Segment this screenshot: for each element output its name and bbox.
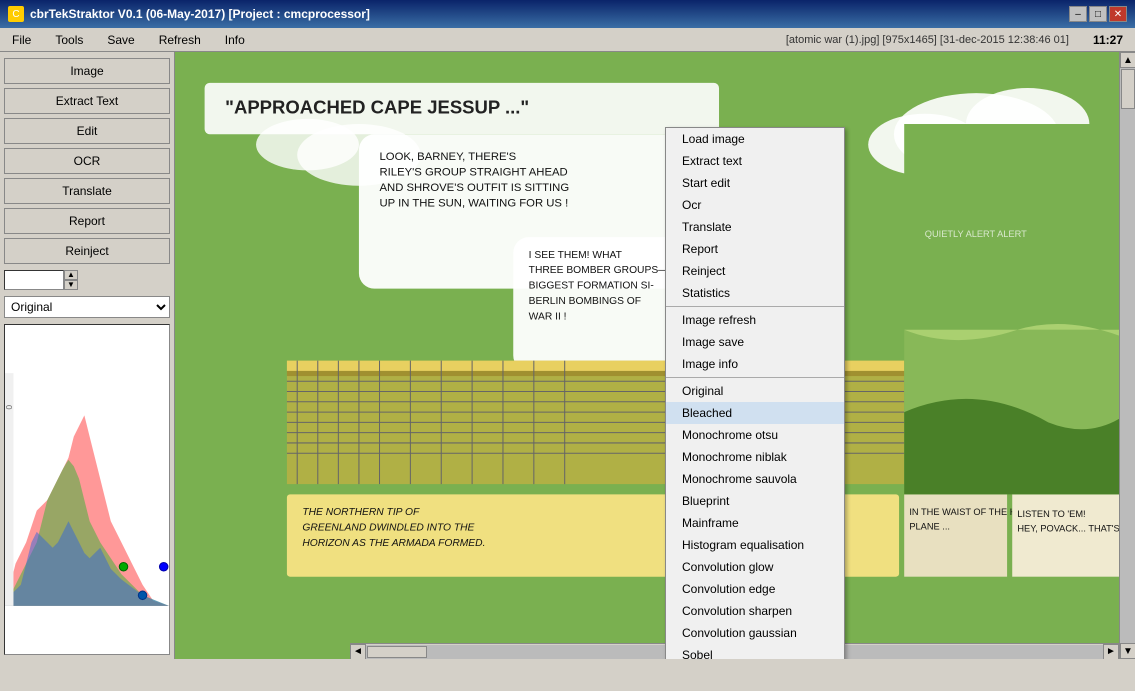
ctx-conv-glow[interactable]: Convolution glow xyxy=(666,556,844,578)
svg-text:HORIZON AS THE ARMADA FORMED.: HORIZON AS THE ARMADA FORMED. xyxy=(302,538,485,549)
svg-text:"APPROACHED CAPE JESSUP ...": "APPROACHED CAPE JESSUP ..." xyxy=(225,97,529,118)
menu-tools[interactable]: Tools xyxy=(43,28,95,51)
ctx-conv-edge[interactable]: Convolution edge xyxy=(666,578,844,600)
spin-buttons: ▲ ▼ xyxy=(64,270,78,290)
ctx-translate[interactable]: Translate xyxy=(666,216,844,238)
ctx-sobel[interactable]: Sobel xyxy=(666,644,844,659)
zoom-control: 100 ▲ ▼ xyxy=(4,270,170,290)
zoom-input[interactable]: 100 xyxy=(4,270,64,290)
left-panel: Image Extract Text Edit OCR Translate Re… xyxy=(0,52,175,659)
histogram-svg: 0 xyxy=(5,325,169,654)
svg-text:UP IN THE SUN, WAITING FOR US: UP IN THE SUN, WAITING FOR US ! xyxy=(380,197,569,209)
minimize-button[interactable]: – xyxy=(1069,6,1087,22)
svg-text:THE NORTHERN TIP OF: THE NORTHERN TIP OF xyxy=(302,507,420,518)
ctx-conv-gaussian[interactable]: Convolution gaussian xyxy=(666,622,844,644)
close-button[interactable]: ✕ xyxy=(1109,6,1127,22)
ctx-load-image[interactable]: Load image xyxy=(666,128,844,150)
edit-button[interactable]: Edit xyxy=(4,118,170,144)
menu-refresh[interactable]: Refresh xyxy=(147,28,213,51)
ctx-mono-niblak[interactable]: Monochrome niblak xyxy=(666,446,844,468)
title-bar: C cbrTekStraktor V0.1 (06-May-2017) [Pro… xyxy=(0,0,1135,28)
svg-text:PLANE ...: PLANE ... xyxy=(909,521,950,531)
svg-text:QUIETLY ALERT ALERT: QUIETLY ALERT ALERT xyxy=(925,229,1027,239)
window-controls: – □ ✕ xyxy=(1069,6,1127,22)
histogram-area: 0 xyxy=(4,324,170,655)
svg-text:HEY, POVACK... THAT'S REA-: HEY, POVACK... THAT'S REA- xyxy=(1017,523,1119,533)
ctx-start-edit[interactable]: Start edit xyxy=(666,172,844,194)
comic-display: "APPROACHED CAPE JESSUP ..." LOOK, BARNE… xyxy=(175,52,1119,659)
extract-text-button[interactable]: Extract Text xyxy=(4,88,170,114)
ctx-report[interactable]: Report xyxy=(666,238,844,260)
v-scroll-thumb[interactable] xyxy=(1121,69,1135,109)
translate-button[interactable]: Translate xyxy=(4,178,170,204)
menu-file[interactable]: File xyxy=(0,28,43,51)
svg-text:I SEE THEM! WHAT: I SEE THEM! WHAT xyxy=(529,250,623,261)
context-menu: Load image Extract text Start edit Ocr T… xyxy=(665,127,845,659)
zoom-down-button[interactable]: ▼ xyxy=(64,280,78,290)
svg-text:GREENLAND DWINDLED INTO THE: GREENLAND DWINDLED INTO THE xyxy=(302,522,474,533)
separator-2 xyxy=(666,377,844,378)
view-mode-row: Original Bleached Monochrome otsu Monoch… xyxy=(4,296,170,318)
ctx-image-refresh[interactable]: Image refresh xyxy=(666,309,844,331)
ctx-blueprint[interactable]: Blueprint xyxy=(666,490,844,512)
ctx-image-info[interactable]: Image info xyxy=(666,353,844,375)
v-scroll-track[interactable] xyxy=(1120,68,1135,643)
ctx-bleached[interactable]: Bleached xyxy=(666,402,844,424)
ctx-image-save[interactable]: Image save xyxy=(666,331,844,353)
scroll-up-button[interactable]: ▲ xyxy=(1120,52,1135,68)
app-title: cbrTekStraktor V0.1 (06-May-2017) [Proje… xyxy=(30,7,370,21)
content-area: "APPROACHED CAPE JESSUP ..." LOOK, BARNE… xyxy=(175,52,1119,659)
svg-text:LISTEN TO 'EM!: LISTEN TO 'EM! xyxy=(1017,509,1085,519)
ctx-extract-text[interactable]: Extract text xyxy=(666,150,844,172)
ctx-mono-sauvola[interactable]: Monochrome sauvola xyxy=(666,468,844,490)
ctx-mainframe[interactable]: Mainframe xyxy=(666,512,844,534)
svg-text:BERLIN BOMBINGS OF: BERLIN BOMBINGS OF xyxy=(529,296,641,307)
view-mode-dropdown[interactable]: Original Bleached Monochrome otsu Monoch… xyxy=(4,296,170,318)
svg-text:RILEY'S GROUP STRAIGHT AHEAD: RILEY'S GROUP STRAIGHT AHEAD xyxy=(380,166,568,178)
scroll-right-button[interactable]: ► xyxy=(1103,644,1119,660)
menu-save[interactable]: Save xyxy=(95,28,146,51)
image-button[interactable]: Image xyxy=(4,58,170,84)
main-layout: Image Extract Text Edit OCR Translate Re… xyxy=(0,52,1135,659)
ctx-original[interactable]: Original xyxy=(666,380,844,402)
ctx-ocr[interactable]: Ocr xyxy=(666,194,844,216)
ctx-statistics[interactable]: Statistics xyxy=(666,282,844,304)
separator-1 xyxy=(666,306,844,307)
ocr-button[interactable]: OCR xyxy=(4,148,170,174)
ctx-reinject[interactable]: Reinject xyxy=(666,260,844,282)
report-button[interactable]: Report xyxy=(4,208,170,234)
menu-bar: File Tools Save Refresh Info [atomic war… xyxy=(0,28,1135,52)
app-icon: C xyxy=(8,6,24,22)
ctx-conv-sharpen[interactable]: Convolution sharpen xyxy=(666,600,844,622)
svg-text:AND SHROVE'S OUTFIT IS SITTING: AND SHROVE'S OUTFIT IS SITTING xyxy=(380,182,570,194)
menu-info[interactable]: Info xyxy=(213,28,257,51)
ctx-mono-otsu[interactable]: Monochrome otsu xyxy=(666,424,844,446)
scroll-left-button[interactable]: ◄ xyxy=(350,644,366,660)
reinject-button[interactable]: Reinject xyxy=(4,238,170,264)
svg-text:WAR II !: WAR II ! xyxy=(529,311,567,322)
svg-text:LOOK, BARNEY, THERE'S: LOOK, BARNEY, THERE'S xyxy=(380,151,517,163)
zoom-up-button[interactable]: ▲ xyxy=(64,270,78,280)
ctx-hist-equal[interactable]: Histogram equalisation xyxy=(666,534,844,556)
svg-text:BIGGEST FORMATION SI-: BIGGEST FORMATION SI- xyxy=(529,281,654,292)
svg-text:THREE BOMBER GROUPS—: THREE BOMBER GROUPS— xyxy=(529,265,669,276)
scroll-down-button[interactable]: ▼ xyxy=(1120,643,1135,659)
current-time: 11:27 xyxy=(1081,28,1135,51)
svg-text:0: 0 xyxy=(5,405,14,410)
file-info: [atomic war (1).jpg] [975x1465] [31-dec-… xyxy=(774,28,1081,51)
maximize-button[interactable]: □ xyxy=(1089,6,1107,22)
h-scroll-thumb[interactable] xyxy=(367,646,427,658)
vertical-scrollbar: ▲ ▼ xyxy=(1119,52,1135,659)
